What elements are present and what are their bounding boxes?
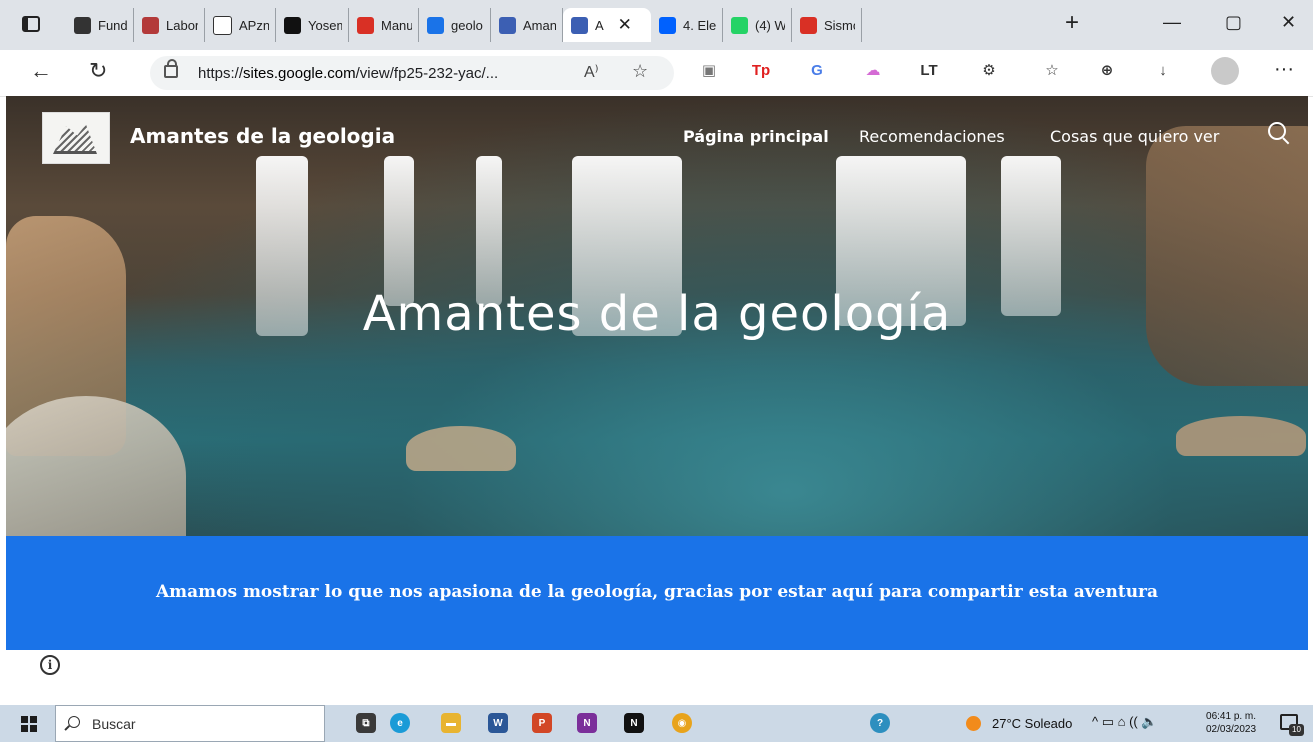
pdf-icon (357, 16, 374, 34)
close-window-button[interactable]: ✕ (1281, 12, 1296, 33)
url-text[interactable]: https://sites.google.com/view/fp25-232-y… (198, 65, 498, 82)
tab-label: Funda (98, 17, 127, 33)
tab-label: (4) Wl (755, 17, 785, 33)
more-menu-icon[interactable]: ··· (1274, 58, 1294, 81)
extensions-icon[interactable]: ⚙ (978, 59, 1000, 81)
tab-label: Yosem (308, 17, 342, 33)
start-icon[interactable] (21, 716, 37, 732)
browser-tab[interactable]: (4) Wl (723, 8, 792, 42)
tab-label: geolo (451, 17, 483, 33)
translate-extension-icon[interactable]: G (806, 59, 828, 81)
task-view-icon[interactable]: ⧉ (356, 713, 376, 733)
hero-waterfall (384, 156, 414, 306)
system-tray-icons[interactable]: ^ ▭ ⌂ (( 🔈 (1092, 714, 1158, 730)
browser-tab[interactable]: 4. Eler (651, 8, 723, 42)
hero-title: Amantes de la geología (362, 286, 952, 342)
github-icon (284, 16, 301, 34)
document-icon (213, 15, 232, 35)
browser-tab[interactable]: geolo (419, 8, 491, 42)
taskbar-search-label: Buscar (92, 716, 136, 732)
intro-text: Amamos mostrar lo que nos apasiona de la… (155, 582, 1159, 602)
info-icon[interactable]: i (40, 655, 60, 675)
hero-rock (406, 426, 516, 471)
tab-label: A (595, 17, 604, 33)
new-tab-button[interactable]: + (1065, 11, 1079, 35)
add-favorite-icon[interactable]: ☆ (632, 61, 648, 82)
tab-label: Manu (381, 17, 412, 33)
dropbox-icon (659, 16, 676, 34)
weather-sun-icon[interactable] (966, 716, 981, 731)
taskbar-search[interactable]: Buscar (55, 705, 325, 742)
back-icon[interactable]: ← (30, 58, 52, 84)
browser-tab[interactable]: Manu (349, 8, 419, 42)
tab-label: APznz (239, 17, 269, 33)
downloads-icon[interactable]: ↓ (1152, 59, 1174, 81)
tp-extension-icon[interactable]: Tp (750, 59, 772, 81)
favorites-icon[interactable]: ☆ (1041, 59, 1063, 81)
university-seal-icon (142, 16, 159, 34)
read-aloud-icon[interactable]: A⁾ (584, 62, 599, 82)
edge-icon[interactable]: e (390, 713, 410, 733)
chrome-icon[interactable]: ◉ (672, 713, 692, 733)
hero-waterfall (476, 156, 502, 306)
hero-rock (6, 396, 186, 536)
site-name[interactable]: Amantes de la geologia (130, 124, 395, 148)
tab-label: 4. Eler (683, 17, 716, 33)
person-card-icon (74, 16, 91, 34)
browser-tab[interactable]: Funda (66, 8, 134, 42)
nav-link-wishlist[interactable]: Cosas que quiero ver (1050, 127, 1219, 146)
browser-tab[interactable]: Labor (134, 8, 205, 42)
close-tab-icon[interactable]: ✕ (618, 15, 632, 35)
google-sites-icon (499, 16, 516, 34)
search-icon (427, 16, 444, 34)
lock-icon[interactable] (164, 59, 178, 78)
windows-taskbar: Buscar 27°C Soleado ^ ▭ ⌂ (( 🔈 06:41 p. … (0, 705, 1313, 742)
tab-label: Labor (166, 17, 198, 33)
collections-icon[interactable]: ⊕ (1096, 59, 1118, 81)
netflix-icon[interactable]: N (624, 713, 644, 733)
browser-tab[interactable]: APznz (205, 8, 276, 42)
whatsapp-icon (731, 16, 748, 34)
powerpoint-icon[interactable]: P (532, 713, 552, 733)
tab-label: Aman (523, 17, 556, 33)
browser-tab[interactable]: Aman (491, 8, 563, 42)
browser-tab[interactable]: A ✕ (563, 8, 651, 42)
tab-list: FundaLaborAPznzYosemManugeoloAmanA✕4. El… (66, 8, 862, 42)
browser-tab-strip: FundaLaborAPznzYosemManugeoloAmanA✕4. El… (0, 0, 1313, 50)
clock[interactable]: 06:41 p. m. 02/03/2023 (1206, 710, 1256, 736)
restore-button[interactable]: ▢ (1225, 12, 1242, 33)
weather-text[interactable]: 27°C Soleado (992, 716, 1072, 731)
clock-date: 02/03/2023 (1206, 724, 1257, 735)
file-explorer-icon[interactable]: ▬ (441, 713, 461, 733)
hero-rock (1146, 126, 1308, 386)
intro-banner: Amamos mostrar lo que nos apasiona de la… (6, 536, 1308, 650)
nav-link-recommendations[interactable]: Recomendaciones (859, 127, 1005, 146)
nav-link-home[interactable]: Página principal (683, 127, 829, 146)
tab-label: Sismo (824, 17, 855, 33)
address-bar[interactable]: https://sites.google.com/view/fp25-232-y… (150, 56, 674, 90)
site-logo[interactable] (42, 112, 110, 164)
help-icon[interactable]: ? (870, 713, 890, 733)
languagetool-extension-icon[interactable]: LT (918, 59, 940, 81)
onenote-icon[interactable]: N (577, 713, 597, 733)
extension-puzzle-icon[interactable]: ▣ (698, 59, 720, 81)
clock-time: 06:41 p. m. (1206, 711, 1257, 722)
browser-tab[interactable]: Yosem (276, 8, 349, 42)
cloud-extension-icon[interactable]: ☁ (862, 59, 884, 81)
workspaces-icon[interactable] (22, 16, 40, 32)
word-icon[interactable]: W (488, 713, 508, 733)
browser-tab[interactable]: Sismo (792, 8, 862, 42)
pdf-icon (800, 16, 817, 34)
notification-count: 10 (1289, 724, 1304, 736)
refresh-icon[interactable]: ↻ (89, 58, 107, 84)
minimize-button[interactable]: — (1163, 12, 1181, 33)
hero-rock (1176, 416, 1306, 456)
profile-avatar[interactable] (1211, 57, 1239, 85)
search-icon (68, 716, 80, 728)
hero-banner: Amantes de la geologia Página principal … (6, 96, 1308, 536)
site-search-icon[interactable] (1268, 122, 1286, 140)
google-sites-icon (571, 16, 588, 34)
